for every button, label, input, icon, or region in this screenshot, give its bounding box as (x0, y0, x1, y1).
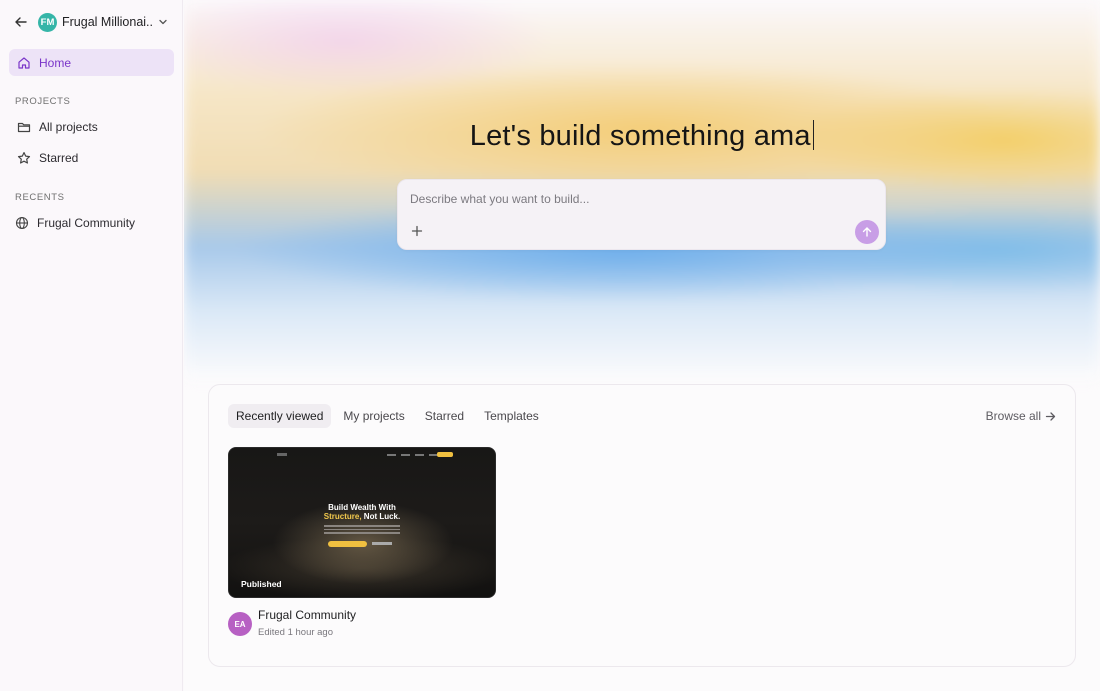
tab-starred[interactable]: Starred (417, 404, 472, 428)
preview-navbar (237, 452, 487, 459)
projects-section-label: PROJECTS (15, 96, 71, 107)
status-badge: Published (241, 579, 282, 589)
send-button[interactable] (855, 220, 879, 244)
chevron-down-icon[interactable] (158, 17, 168, 27)
sidebar-item-label: Home (39, 55, 72, 70)
workspace-avatar: FM (38, 13, 57, 32)
text-caret (812, 120, 815, 150)
prompt-box (397, 179, 886, 250)
project-card-thumbnail[interactable]: Build Wealth With Structure, Not Luck. P… (228, 447, 496, 598)
sidebar-item-label: All projects (39, 119, 98, 134)
arrow-up-icon (862, 227, 872, 237)
browse-all-label: Browse all (985, 409, 1041, 423)
sidebar: FM Frugal Millionai... Home PROJECTS All… (0, 0, 183, 691)
preview-background (229, 448, 495, 597)
workspace-switcher[interactable]: FM Frugal Millionai... (0, 0, 183, 44)
projects-panel: Recently viewed My projects Starred Temp… (208, 384, 1076, 667)
recent-item-frugal-community[interactable]: Frugal Community (9, 209, 174, 236)
sidebar-item-home[interactable]: Home (9, 49, 174, 76)
preview-headline: Build Wealth With Structure, Not Luck. (323, 503, 401, 521)
page-title: Let's build something ama (184, 120, 1100, 153)
project-edited-time: Edited 1 hour ago (258, 627, 334, 638)
preview-secondary-button (372, 542, 392, 545)
recents-section-label: RECENTS (15, 192, 65, 203)
tab-templates[interactable]: Templates (476, 404, 547, 428)
preview-primary-button (328, 541, 367, 547)
folder-icon (17, 122, 31, 132)
preview-subtext (324, 525, 400, 536)
sidebar-item-label: Starred (39, 150, 79, 165)
home-icon (18, 56, 30, 69)
avatar: EA (228, 612, 252, 636)
sidebar-item-all-projects[interactable]: All projects (9, 113, 174, 140)
main-content: Let's build something ama Recently viewe… (184, 0, 1100, 691)
browse-all-link[interactable]: Browse all (986, 409, 1056, 423)
prompt-input[interactable] (410, 192, 870, 206)
workspace-name[interactable]: Frugal Millionai... (62, 15, 154, 29)
sidebar-item-label: Frugal Community (37, 215, 136, 230)
plus-icon[interactable] (410, 224, 424, 238)
arrow-right-icon (1045, 411, 1056, 421)
tab-my-projects[interactable]: My projects (335, 404, 412, 428)
star-icon (17, 151, 31, 164)
project-tabs: Recently viewed My projects Starred Temp… (228, 404, 547, 428)
tab-recently-viewed[interactable]: Recently viewed (228, 404, 332, 428)
globe-icon (15, 216, 29, 229)
sidebar-item-starred[interactable]: Starred (9, 144, 174, 171)
back-arrow-icon[interactable] (14, 15, 28, 29)
project-name[interactable]: Frugal Community (258, 608, 356, 622)
